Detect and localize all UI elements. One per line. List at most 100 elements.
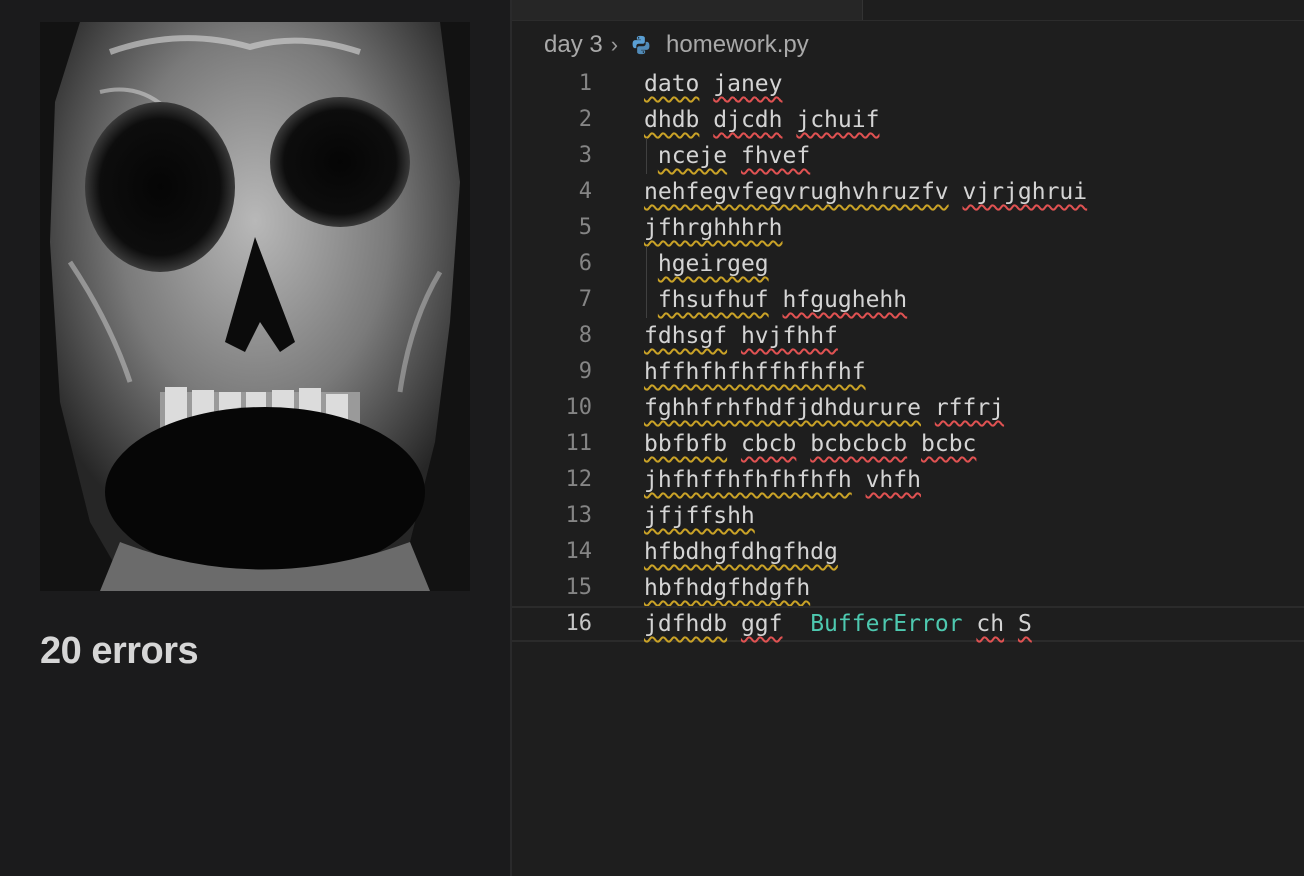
line-number: 9 [578, 359, 592, 384]
line-number: 13 [565, 503, 593, 528]
error-token: hvjfhhf [740, 323, 838, 349]
error-token: hfgughehh [782, 287, 908, 313]
line-number: 11 [565, 431, 593, 456]
line-content[interactable]: hffhfhfhffhfhfhf [644, 354, 866, 390]
editor-tab-inactive[interactable] [512, 0, 863, 20]
error-token: jchuif [796, 107, 880, 133]
breadcrumb-file[interactable]: homework.py [666, 31, 809, 59]
warning-token: dhdb [644, 107, 700, 133]
line-content[interactable]: nceje fhvef [644, 138, 810, 174]
line-number: 10 [565, 395, 593, 420]
error-token: S [1017, 611, 1032, 637]
line-content[interactable]: hgeirgeg [644, 246, 769, 282]
line-content[interactable]: hbfhdgfhdgfh [644, 570, 810, 606]
meme-panel: 20 errors [0, 0, 510, 876]
code-line[interactable]: 16 jdfhdb ggf BufferError ch S [512, 606, 1304, 642]
code-editor[interactable]: day 3 › homework.py 1 dato janey 2 dhdb djc… [512, 0, 1304, 876]
warning-token: hfbdhgfdhgfhdg [644, 539, 838, 565]
breadcrumb: day 3 › homework.py [544, 30, 809, 60]
warning-token: hgeirgeg [657, 251, 769, 277]
warning-token: jhfhffhfhfhfhfh [644, 467, 852, 493]
line-number: 8 [578, 323, 592, 348]
error-token: fhvef [740, 143, 811, 169]
error-token: janey [713, 71, 783, 97]
editor-tab-active[interactable] [863, 0, 1304, 20]
line-number: 3 [578, 143, 592, 168]
warning-token: fdhsgf [644, 323, 728, 349]
code-area[interactable]: 1 dato janey 2 dhdb djcdh jchuif 3 nceje fhv… [512, 66, 1304, 642]
line-content[interactable]: nehfegvfegvrughvhruzfv vjrjghrui [644, 174, 1087, 210]
code-line[interactable]: 5 jfhrghhhrh [512, 210, 1304, 246]
line-number: 14 [565, 539, 593, 564]
line-number: 15 [565, 575, 593, 600]
code-line[interactable]: 9 hffhfhfhffhfhfhf [512, 354, 1304, 390]
line-number: 6 [578, 251, 592, 276]
warning-token: fghhfrhfhdfjdhdurure [644, 395, 921, 421]
line-number: 4 [578, 179, 592, 204]
line-content[interactable]: jhfhffhfhfhfhfh vhfh [644, 462, 921, 498]
code-line[interactable]: 6 hgeirgeg [512, 246, 1304, 282]
error-token: ggf [740, 611, 783, 637]
warning-token: jfhrghhhrh [644, 215, 783, 241]
code-line[interactable]: 10 fghhfrhfhdfjdhdurure rffrj [512, 390, 1304, 426]
code-line[interactable]: 7 fhsufhuf hfgughehh [512, 282, 1304, 318]
code-line[interactable]: 3 nceje fhvef [512, 138, 1304, 174]
line-number: 2 [578, 107, 592, 132]
line-content[interactable]: jfhrghhhrh [644, 210, 782, 246]
line-content[interactable]: hfbdhgfdhgfhdg [644, 534, 838, 570]
error-token: bcbcbcb [810, 431, 908, 457]
line-number: 7 [578, 287, 592, 312]
error-token: bcbc [921, 431, 977, 457]
error-token: cbcb [740, 431, 797, 457]
line-content[interactable]: jfjffshh [644, 498, 755, 534]
code-line[interactable]: 4 nehfegvfegvrughvhruzfv vjrjghrui [512, 174, 1304, 210]
line-content[interactable]: fhsufhuf hfgughehh [644, 282, 907, 318]
code-line[interactable]: 1 dato janey [512, 66, 1304, 102]
warning-token: nehfegvfegvrughvhruzfv [644, 179, 949, 205]
chevron-right-icon: › [610, 32, 619, 57]
line-content[interactable]: dato janey [644, 66, 783, 102]
line-content[interactable]: fghhfrhfhdfjdhdurure rffrj [644, 390, 1004, 426]
code-line[interactable]: 12 jhfhffhfhfhfhfh vhfh [512, 462, 1304, 498]
error-token: rffrj [934, 395, 1005, 421]
error-token: djcdh [713, 107, 783, 133]
warning-token: jfjffshh [644, 503, 755, 529]
line-content[interactable]: fdhsgf hvjfhhf [644, 318, 838, 354]
error-token: ch [976, 611, 1005, 637]
python-icon [632, 35, 650, 55]
warning-token: fhsufhuf [657, 287, 769, 313]
code-line[interactable]: 14 hfbdhgfdhgfhdg [512, 534, 1304, 570]
warning-token: dato [644, 71, 700, 97]
error-token: vhfh [865, 467, 921, 493]
warning-token: hffhfhfhffhfhfhf [644, 359, 866, 385]
line-content[interactable]: jdfhdb ggf BufferError ch S [644, 608, 1032, 640]
code-line[interactable]: 2 dhdb djcdh jchuif [512, 102, 1304, 138]
code-line[interactable]: 11 bbfbfb cbcb bcbcbcb bcbc [512, 426, 1304, 462]
warning-token: hbfhdgfhdgfh [644, 575, 811, 601]
skull-image [40, 22, 470, 591]
line-content[interactable]: dhdb djcdh jchuif [644, 102, 879, 138]
code-line[interactable]: 15 hbfhdgfhdgfh [512, 570, 1304, 606]
error-count-caption: 20 errors [40, 630, 199, 672]
line-number: 5 [578, 215, 592, 240]
breadcrumb-folder[interactable]: day 3 [544, 31, 603, 59]
line-content[interactable]: bbfbfb cbcb bcbcbcb bcbc [644, 426, 976, 462]
code-line[interactable]: 13 jfjffshh [512, 498, 1304, 534]
code-line[interactable]: 8 fdhsgf hvjfhhf [512, 318, 1304, 354]
line-number: 16 [565, 611, 593, 636]
